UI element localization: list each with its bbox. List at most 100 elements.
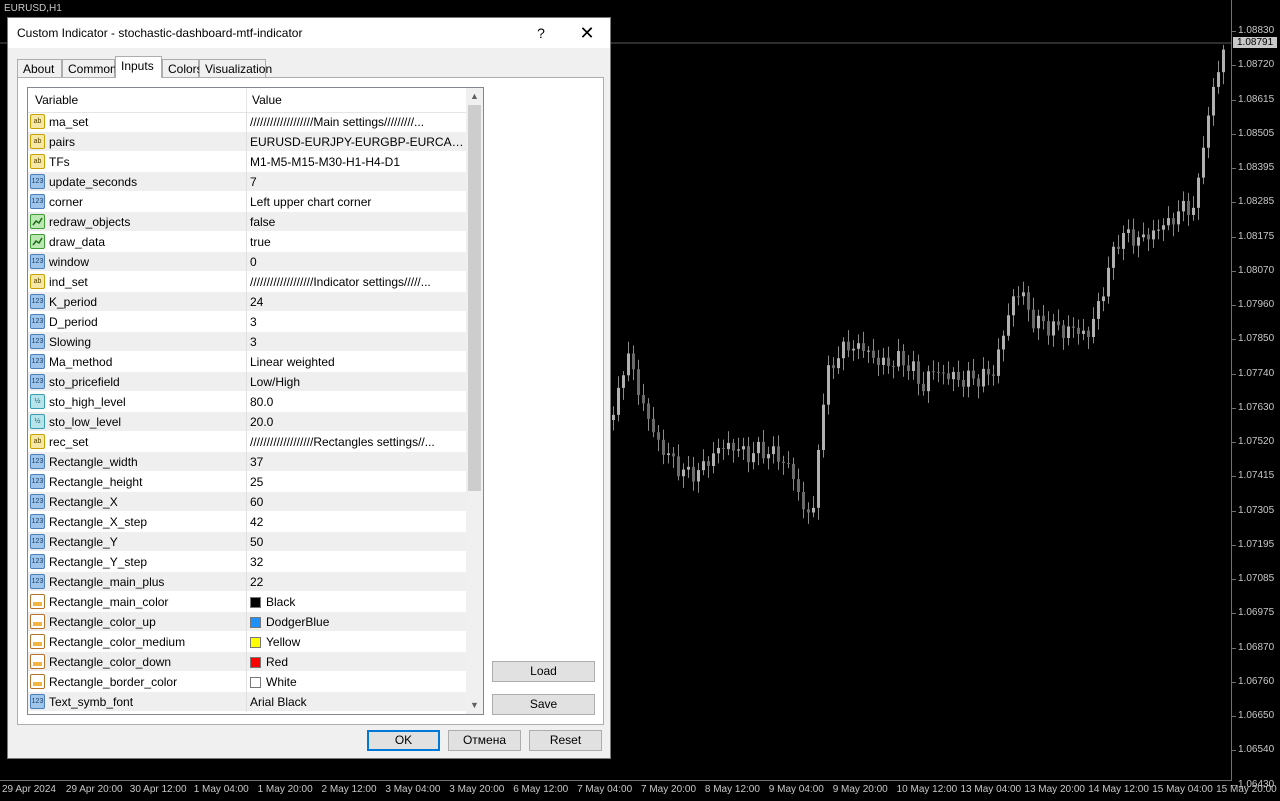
variable-value[interactable]: M1-M5-M15-M30-H1-H4-D1: [250, 152, 464, 172]
table-row[interactable]: 123 update_seconds 7: [28, 172, 466, 192]
variable-value[interactable]: true: [250, 232, 464, 252]
tab-common[interactable]: Common: [62, 59, 117, 77]
variable-value[interactable]: 0: [250, 252, 464, 272]
grid-header: Variable Value: [28, 88, 466, 113]
column-divider[interactable]: [246, 88, 247, 112]
price-tick-label: 1.07305: [1231, 504, 1275, 516]
variable-value[interactable]: Red: [250, 652, 464, 672]
scrollbar-thumb[interactable]: [468, 105, 481, 491]
double-type-icon: ½: [30, 394, 45, 409]
variable-value[interactable]: Low/High: [250, 372, 464, 392]
table-row[interactable]: 123 Rectangle_Y_step 32: [28, 552, 466, 572]
table-row[interactable]: ½ sto_high_level 80.0: [28, 392, 466, 412]
scroll-up-icon[interactable]: ▲: [466, 88, 483, 105]
scroll-down-icon[interactable]: ▼: [466, 697, 483, 714]
ok-button[interactable]: OK: [367, 730, 440, 751]
cell-divider: [246, 252, 247, 272]
variable-value[interactable]: 37: [250, 452, 464, 472]
tab-colors[interactable]: Colors: [162, 59, 203, 77]
variable-name: sto_high_level: [49, 395, 126, 409]
table-row[interactable]: 123 K_period 24: [28, 292, 466, 312]
candle-body: [997, 349, 1000, 376]
candle-body: [717, 447, 720, 454]
table-row[interactable]: draw_data true: [28, 232, 466, 252]
help-button[interactable]: ?: [518, 18, 564, 48]
variable-value[interactable]: Yellow: [250, 632, 464, 652]
reset-button[interactable]: Reset: [529, 730, 602, 751]
table-row[interactable]: 123 Rectangle_Y 50: [28, 532, 466, 552]
save-button[interactable]: Save: [492, 694, 595, 715]
variable-value[interactable]: ///////////////////Main settings////////…: [250, 112, 464, 132]
close-button[interactable]: ✕: [564, 18, 610, 48]
table-row[interactable]: Rectangle_main_color Black: [28, 592, 466, 612]
color-swatch: [250, 657, 261, 668]
table-row[interactable]: 123 Slowing 3: [28, 332, 466, 352]
variable-value[interactable]: 24: [250, 292, 464, 312]
variable-value[interactable]: 60: [250, 492, 464, 512]
variable-value[interactable]: ///////////////////Rectangles settings//…: [250, 432, 464, 452]
candle-body: [812, 507, 815, 513]
table-row[interactable]: Rectangle_border_color White: [28, 672, 466, 692]
variable-value[interactable]: Black: [250, 592, 464, 612]
table-row[interactable]: Rectangle_color_up DodgerBlue: [28, 612, 466, 632]
variable-value[interactable]: 25: [250, 472, 464, 492]
table-row[interactable]: 123 window 0: [28, 252, 466, 272]
cancel-button[interactable]: Отмена: [448, 730, 521, 751]
variable-value[interactable]: DodgerBlue: [250, 612, 464, 632]
tab-visualization[interactable]: Visualization: [199, 59, 272, 77]
dialog-titlebar[interactable]: Custom Indicator - stochastic-dashboard-…: [8, 18, 610, 48]
vertical-scrollbar[interactable]: ▲ ▼: [466, 88, 483, 714]
variable-value[interactable]: 22: [250, 572, 464, 592]
variable-value[interactable]: ///////////////////Indicator settings///…: [250, 272, 464, 292]
variable-value[interactable]: EURUSD-EURJPY-EURGBP-EURCAD-E...: [250, 132, 464, 152]
variable-value[interactable]: White: [250, 672, 464, 692]
variable-value[interactable]: 32: [250, 552, 464, 572]
variable-value[interactable]: 3: [250, 312, 464, 332]
table-row[interactable]: 123 corner Left upper chart corner: [28, 192, 466, 212]
variable-value[interactable]: 80.0: [250, 392, 464, 412]
table-row[interactable]: ab ind_set ///////////////////Indicator se…: [28, 272, 466, 292]
variable-value[interactable]: Left upper chart corner: [250, 192, 464, 212]
candle-body: [952, 371, 955, 380]
table-row[interactable]: ab TFs M1-M5-M15-M30-H1-H4-D1: [28, 152, 466, 172]
column-header-variable[interactable]: Variable: [35, 88, 78, 112]
variable-name: Rectangle_main_plus: [49, 575, 165, 589]
integer-type-icon: 123: [30, 374, 45, 389]
variable-value[interactable]: 3: [250, 332, 464, 352]
table-row[interactable]: 123 Rectangle_width 37: [28, 452, 466, 472]
price-axis[interactable]: 1.08830 1.08720 1.08615 1.08505 1.08395 1.082…: [1231, 0, 1280, 790]
price-tick-label: 1.07740: [1231, 367, 1275, 379]
candle-body: [1187, 200, 1190, 215]
table-row[interactable]: 123 Rectangle_X_step 42: [28, 512, 466, 532]
load-button[interactable]: Load: [492, 661, 595, 682]
table-row[interactable]: 123 sto_pricefield Low/High: [28, 372, 466, 392]
table-row[interactable]: 123 Rectangle_main_plus 22: [28, 572, 466, 592]
variable-value[interactable]: false: [250, 212, 464, 232]
table-row[interactable]: 123 Text_symb_font Arial Black: [28, 692, 466, 712]
variable-value[interactable]: Arial Black: [250, 692, 464, 712]
variable-value[interactable]: 42: [250, 512, 464, 532]
variable-value[interactable]: 50: [250, 532, 464, 552]
tab-inputs[interactable]: Inputs: [115, 56, 162, 78]
candle-body: [977, 378, 980, 387]
time-axis[interactable]: 29 Apr 2024 29 Apr 20:00 30 Apr 12:00 1 May…: [0, 780, 1277, 801]
variable-value[interactable]: 20.0: [250, 412, 464, 432]
integer-type-icon: 123: [30, 554, 45, 569]
table-row[interactable]: Rectangle_color_medium Yellow: [28, 632, 466, 652]
chart-symbol-label: EURUSD,H1: [4, 3, 62, 14]
table-row[interactable]: ab pairs EURUSD-EURJPY-EURGBP-EURCAD-E...: [28, 132, 466, 152]
variable-value[interactable]: Linear weighted: [250, 352, 464, 372]
table-row[interactable]: ab rec_set ///////////////////Rectangles s…: [28, 432, 466, 452]
table-row[interactable]: redraw_objects false: [28, 212, 466, 232]
table-row[interactable]: ab ma_set ///////////////////Main settings…: [28, 112, 466, 132]
column-header-value[interactable]: Value: [252, 88, 282, 112]
table-row[interactable]: 123 D_period 3: [28, 312, 466, 332]
variable-name: sto_pricefield: [49, 375, 120, 389]
variable-value[interactable]: 7: [250, 172, 464, 192]
table-row[interactable]: 123 Rectangle_height 25: [28, 472, 466, 492]
table-row[interactable]: Rectangle_color_down Red: [28, 652, 466, 672]
table-row[interactable]: 123 Rectangle_X 60: [28, 492, 466, 512]
tab-about[interactable]: About: [17, 59, 62, 77]
table-row[interactable]: ½ sto_low_level 20.0: [28, 412, 466, 432]
table-row[interactable]: 123 Ma_method Linear weighted: [28, 352, 466, 372]
